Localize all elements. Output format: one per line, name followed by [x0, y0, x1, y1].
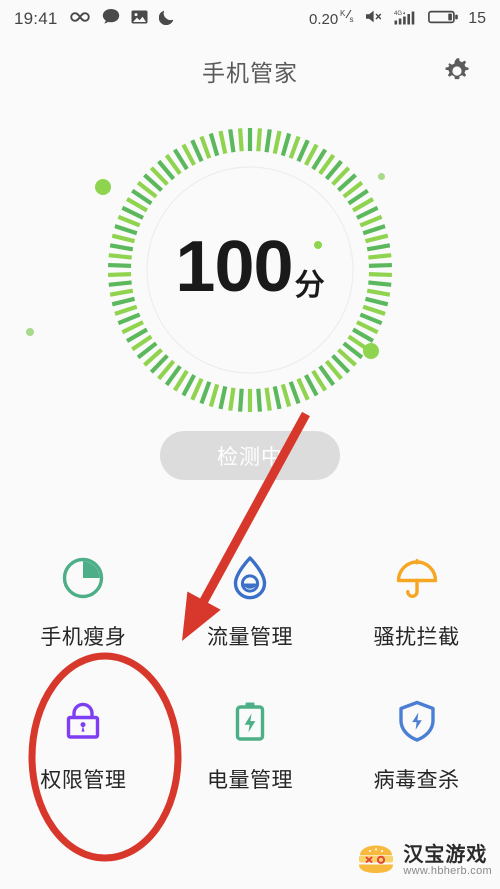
status-clock: 19:41 — [14, 9, 58, 28]
grid-item-virus-scan[interactable]: 病毒查杀 — [333, 679, 500, 822]
watermark: 汉宝游戏 www.hbherb.com — [355, 842, 492, 881]
title-bar: 手机管家 — [0, 38, 500, 104]
watermark-url: www.hbherb.com — [403, 865, 492, 878]
signal-bars-icon: 4G — [394, 9, 420, 30]
grid-item-label: 权限管理 — [40, 769, 127, 792]
shield-icon — [391, 693, 443, 749]
score-dial[interactable]: 100分 — [105, 125, 395, 415]
infinity-icon — [69, 10, 91, 29]
decorative-dot — [26, 328, 34, 336]
watermark-text: 汉宝游戏 www.hbherb.com — [403, 845, 492, 878]
status-bar-left: 19:41 — [14, 8, 175, 30]
grid-item-label: 电量管理 — [206, 769, 293, 792]
grid-item-label: 病毒查杀 — [373, 769, 460, 792]
moon-icon — [158, 8, 175, 30]
scan-status-button[interactable]: 检测中 — [160, 431, 340, 480]
svg-text:s: s — [350, 15, 354, 23]
status-bar-right: 0.20 K s 4G 15 — [309, 9, 486, 30]
network-speed-unit: K s — [340, 9, 357, 26]
burger-icon — [355, 842, 397, 881]
svg-text:K: K — [340, 9, 346, 18]
svg-text:4G: 4G — [394, 11, 402, 17]
chat-bubble-icon — [102, 8, 120, 30]
decorative-dot — [363, 343, 379, 359]
pie-chart-icon — [57, 550, 109, 606]
decorative-dot — [314, 241, 322, 249]
speaker-mute-icon — [365, 9, 386, 29]
grid-item-data-usage[interactable]: 流量管理 — [167, 536, 334, 679]
gear-icon[interactable] — [440, 54, 474, 88]
water-drop-icon — [224, 550, 276, 606]
battery-icon — [428, 9, 459, 30]
phone-screen: 19:41 0.20 K s 4G 15 手机管家 100分 检测中 手机瘦身 … — [0, 0, 500, 889]
grid-item-battery-manager[interactable]: 电量管理 — [167, 679, 334, 822]
page-title: 手机管家 — [202, 60, 298, 86]
status-bar: 19:41 0.20 K s 4G 15 — [0, 0, 500, 38]
battery-manager-icon — [224, 693, 276, 749]
grid-item-label: 手机瘦身 — [40, 626, 127, 649]
grid-item-label: 流量管理 — [206, 626, 293, 649]
score-unit: 分 — [294, 269, 325, 302]
score-value-group: 100分 — [105, 231, 395, 303]
battery-percent-label: 15 — [468, 10, 486, 27]
score-number: 100 — [175, 227, 293, 307]
grid-item-phone-slimming[interactable]: 手机瘦身 — [0, 536, 167, 679]
lock-icon — [57, 693, 109, 749]
photo-icon — [131, 9, 148, 30]
decorative-dot — [377, 172, 385, 180]
grid-item-permission-manager[interactable]: 权限管理 — [0, 679, 167, 822]
decorative-dot — [95, 179, 111, 195]
umbrella-icon — [391, 550, 443, 606]
feature-grid: 手机瘦身 流量管理 骚扰拦截 权限管理 电量管理 病毒查杀 — [0, 536, 500, 822]
grid-item-label: 骚扰拦截 — [373, 626, 460, 649]
watermark-name: 汉宝游戏 — [403, 844, 488, 867]
network-speed-value: 0.20 — [309, 11, 339, 28]
network-speed: 0.20 K s — [309, 9, 357, 28]
grid-item-harassment-block[interactable]: 骚扰拦截 — [333, 536, 500, 679]
